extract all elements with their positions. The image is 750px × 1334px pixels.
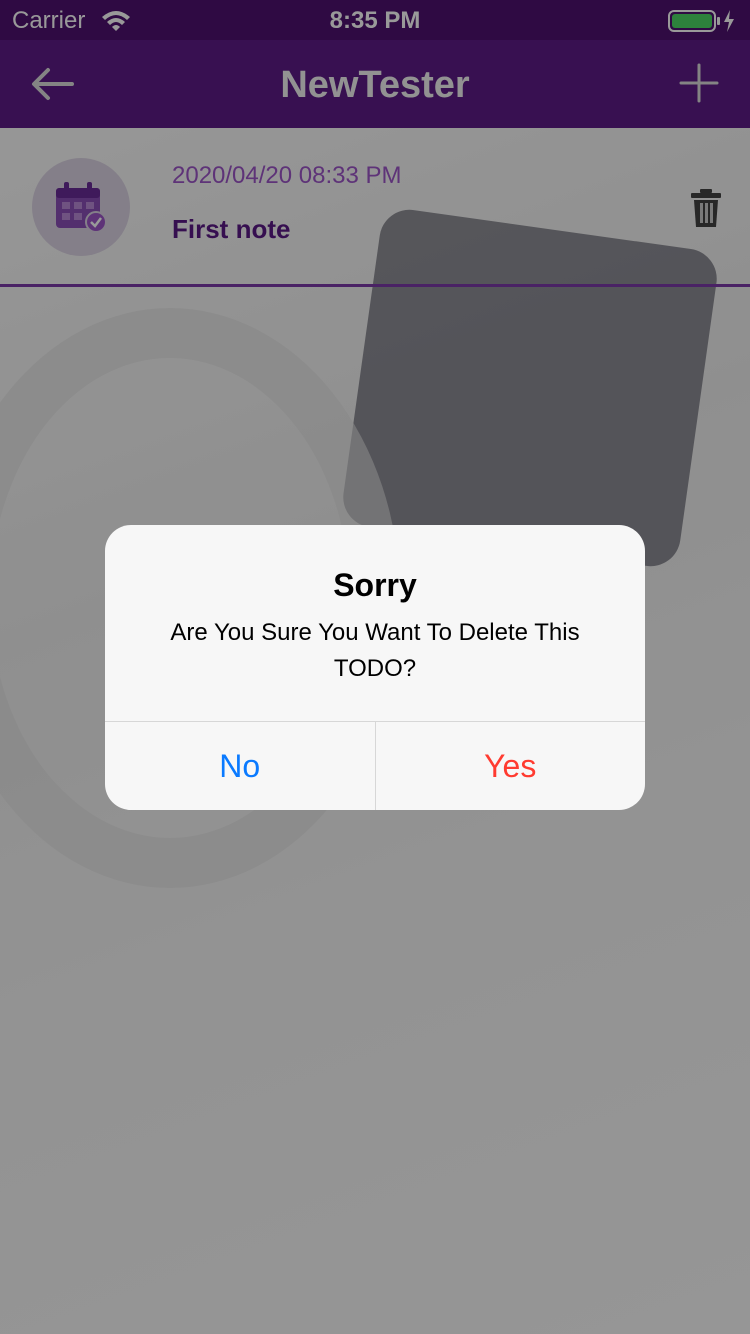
dialog-title: Sorry: [333, 567, 417, 603]
dialog-message: Are You Sure You Want To Delete This TOD…: [170, 619, 580, 682]
yes-button[interactable]: Yes: [376, 722, 646, 810]
dialog-actions: No Yes: [105, 721, 645, 810]
no-button[interactable]: No: [105, 722, 376, 810]
delete-confirm-dialog: Sorry Are You Sure You Want To Delete Th…: [105, 525, 645, 810]
